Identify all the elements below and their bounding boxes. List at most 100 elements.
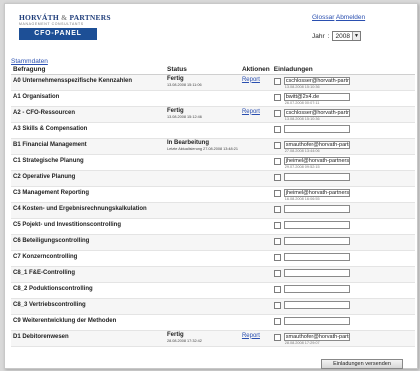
stammdaten-link[interactable]: Stammdaten: [11, 58, 48, 65]
survey-name: C6 Beteiligungscontrolling: [11, 234, 165, 251]
invitation-cell: [271, 234, 415, 251]
invitation-email-input[interactable]: [283, 220, 350, 229]
invitation-email-input[interactable]: jheimel@horvath-partners.: [283, 156, 350, 165]
invitation-field-group: smauthofer@horvath-partn 28.08.2008 17:29…: [283, 332, 350, 346]
invitation-cell: [271, 202, 415, 219]
invitation-email-input[interactable]: smauthofer@horvath-partn: [283, 332, 350, 341]
table-row: C5 Pojekt- und Investitionscontrolling: [11, 218, 415, 235]
survey-name: D1 Debitorenwesen: [11, 330, 165, 347]
invitation-email-input[interactable]: jheimel@horvath-partners.: [283, 188, 350, 197]
report-link[interactable]: Report: [242, 333, 260, 339]
survey-name: C1 Strategische Planung: [11, 154, 165, 171]
invite-checkbox[interactable]: [273, 269, 281, 277]
invitation-field-group: smauthofer@horvath-partn 27.08.2008 13:44…: [283, 140, 350, 154]
survey-name: C3 Management Reporting: [11, 186, 165, 203]
survey-name: C4 Kosten- und Ergebnisrechnungskalkulat…: [11, 202, 165, 219]
survey-name: C5 Pojekt- und Investitionscontrolling: [11, 218, 165, 235]
survey-name: C7 Konzerncontrolling: [11, 250, 165, 267]
invitation-cell: smauthofer@horvath-partn 27.08.2008 13:44…: [271, 138, 415, 155]
invite-checkbox[interactable]: [273, 125, 281, 133]
invite-checkbox[interactable]: [273, 173, 281, 181]
status-cell: [165, 90, 240, 107]
invitation-cell: smauthofer@horvath-partn 28.08.2008 17:29…: [271, 330, 415, 347]
status-cell: [165, 202, 240, 219]
invitation-email-input[interactable]: [283, 268, 350, 277]
invitation-field-group: [283, 220, 350, 229]
action-cell: Report: [239, 106, 272, 123]
status-cell: Fertig 13.08.2008 15:12:46: [165, 106, 240, 123]
table-row: A2 - CFO-Ressourcen Fertig 13.08.2008 15:1…: [11, 106, 415, 123]
status-timestamp: 28.08.2008 17:32:42: [167, 338, 202, 343]
table-row: C8_3 Vertriebscontrolling: [11, 298, 415, 315]
invitation-date: 29.07.2008 09:52:15: [284, 164, 320, 169]
invitation-email-input[interactable]: [283, 300, 350, 309]
invitation-field-group: [283, 252, 350, 261]
invitation-date: 28.08.2008 17:29:07: [284, 340, 320, 345]
invitation-email-input[interactable]: [283, 124, 350, 133]
invite-checkbox[interactable]: [273, 109, 281, 117]
table-row: D1 Debitorenwesen Fertig 28.08.2008 17:32:…: [11, 330, 415, 347]
invitation-email-input[interactable]: cschlosser@horvath-partn: [283, 108, 350, 117]
action-cell: [239, 298, 272, 315]
survey-name: C9 Weiterentwicklung der Methoden: [11, 314, 165, 331]
invitation-email-input[interactable]: [283, 236, 350, 245]
year-select[interactable]: 2008 ▼: [332, 31, 361, 41]
invitation-cell: jheimel@horvath-partners. 29.07.2008 09:5…: [271, 154, 415, 171]
invite-checkbox[interactable]: [273, 93, 281, 101]
status-cell: [165, 234, 240, 251]
invite-checkbox[interactable]: [273, 333, 281, 341]
invite-checkbox[interactable]: [273, 77, 281, 85]
survey-table: Befragung Status Aktionen Einladungen A0…: [11, 65, 415, 347]
header-links: Glossar Abmelden: [312, 14, 365, 21]
survey-name: A0 Unternehmensspezifische Kennzahlen: [11, 74, 165, 91]
brand-ampersand: &: [60, 13, 68, 22]
invitation-field-group: [283, 204, 350, 213]
action-cell: [239, 234, 272, 251]
invite-checkbox[interactable]: [273, 301, 281, 309]
year-value: 2008: [335, 32, 350, 40]
invitation-email-input[interactable]: [283, 316, 350, 325]
invitation-date: 13.08.2008 15:10:36: [284, 116, 320, 121]
cfo-panel-page: HORVÁTH & PARTNERS MANAGEMENT CONSULTANT…: [4, 3, 418, 369]
status-timestamp: 13.08.2008 15:11:06: [167, 82, 202, 87]
invitation-email-input[interactable]: bwitt@2x4.de: [283, 92, 350, 101]
status-cell: [165, 218, 240, 235]
invitation-date: 16.08.2008 16:06:55: [284, 196, 320, 201]
invite-checkbox[interactable]: [273, 317, 281, 325]
invite-checkbox[interactable]: [273, 205, 281, 213]
status-cell: [165, 298, 240, 315]
report-link[interactable]: Report: [242, 109, 260, 115]
invite-checkbox[interactable]: [273, 237, 281, 245]
invitation-email-input[interactable]: [283, 252, 350, 261]
action-cell: [239, 154, 272, 171]
invitation-field-group: [283, 236, 350, 245]
action-cell: [239, 170, 272, 187]
invitation-date: 27.08.2008 13:44:06: [284, 148, 320, 153]
invite-checkbox[interactable]: [273, 157, 281, 165]
status-cell: [165, 186, 240, 203]
invitation-email-input[interactable]: smauthofer@horvath-partn: [283, 140, 350, 149]
invite-checkbox[interactable]: [273, 141, 281, 149]
abmelden-link[interactable]: Abmelden: [336, 14, 365, 21]
invitation-email-input[interactable]: [283, 284, 350, 293]
invite-checkbox[interactable]: [273, 189, 281, 197]
invitation-date: 26.07.2008 00:07:11: [284, 100, 320, 105]
invite-checkbox[interactable]: [273, 221, 281, 229]
status-cell: In Bearbeitung Letzte Aktualisierung 27.0…: [165, 138, 240, 155]
invite-checkbox[interactable]: [273, 253, 281, 261]
invitation-cell: [271, 218, 415, 235]
invitation-field-group: [283, 284, 350, 293]
invitation-email-input[interactable]: [283, 204, 350, 213]
status-cell: [165, 170, 240, 187]
status-text: Fertig: [167, 107, 184, 114]
glossar-link[interactable]: Glossar: [312, 14, 334, 21]
brand-name: HORVÁTH & PARTNERS: [19, 13, 135, 22]
report-link[interactable]: Report: [242, 77, 260, 83]
column-header-aktionen: Aktionen: [239, 65, 272, 75]
invitation-email-input[interactable]: cschlosser@horvath-partn: [283, 76, 350, 85]
chevron-down-icon[interactable]: ▼: [351, 32, 360, 40]
invitation-cell: cschlosser@horvath-partn 13.08.2008 15:10…: [271, 74, 415, 91]
send-invitations-button[interactable]: Einladungen versenden: [321, 359, 403, 369]
invite-checkbox[interactable]: [273, 285, 281, 293]
invitation-email-input[interactable]: [283, 172, 350, 181]
